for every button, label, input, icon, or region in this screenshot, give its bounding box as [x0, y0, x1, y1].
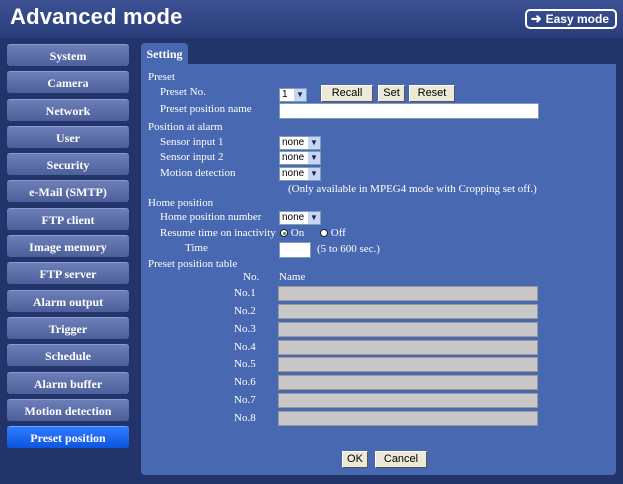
home-position-number-select[interactable]: none ▼: [279, 211, 321, 225]
sidebar-item-image-memory[interactable]: Image memory: [7, 235, 129, 258]
header-bar: Advanced mode ➜ Easy mode: [0, 0, 623, 38]
chevron-down-icon: ▼: [308, 137, 320, 149]
resume-on-radio[interactable]: On: [280, 227, 304, 239]
motion-detection-select[interactable]: none ▼: [279, 167, 321, 181]
resume-off-radio[interactable]: Off: [320, 227, 346, 239]
chevron-down-icon: ▼: [308, 152, 320, 164]
motion-detection-label: Motion detection: [160, 167, 236, 179]
preset-name-input[interactable]: [279, 103, 539, 119]
time-hint: (5 to 600 sec.): [317, 243, 380, 255]
section-preset: Preset: [148, 71, 175, 83]
sidebar-item-alarm-buffer[interactable]: Alarm buffer: [7, 371, 129, 394]
table-row-name: [278, 393, 538, 408]
table-header-no: No.: [243, 271, 260, 283]
sidebar-item-user[interactable]: User: [7, 125, 129, 148]
table-header-name: Name: [279, 271, 306, 283]
table-row-name: [278, 304, 538, 319]
resume-off-label: Off: [330, 227, 346, 239]
table-row-no: No.1: [234, 287, 256, 299]
preset-name-label: Preset position name: [160, 103, 252, 115]
table-row-name: [278, 357, 538, 372]
section-home-position: Home position: [148, 197, 214, 209]
sidebar-item-trigger[interactable]: Trigger: [7, 316, 129, 339]
preset-no-select[interactable]: 1 ▼: [279, 88, 307, 102]
radio-selected-icon: [280, 229, 288, 238]
table-row-no: No.3: [234, 323, 256, 335]
motion-detection-value: none: [282, 168, 305, 179]
reset-button[interactable]: Reset: [409, 85, 455, 102]
sidebar-item-email[interactable]: e-Mail (SMTP): [7, 180, 129, 203]
table-row-name: [278, 340, 538, 355]
chevron-down-icon: ▼: [294, 89, 306, 101]
sidebar-item-motion-detection[interactable]: Motion detection: [7, 398, 129, 421]
arrow-right-icon: ➜: [530, 11, 542, 26]
sensor-input-2-value: none: [282, 152, 305, 163]
sidebar-item-ftp-server[interactable]: FTP server: [7, 262, 129, 285]
sensor-input-1-value: none: [282, 137, 305, 148]
page-title: Advanced mode: [10, 4, 183, 29]
easy-mode-label: Easy mode: [545, 12, 609, 26]
easy-mode-button[interactable]: ➜ Easy mode: [524, 9, 617, 29]
chevron-down-icon: ▼: [308, 212, 320, 224]
table-row-no: No.8: [234, 412, 256, 424]
sidebar-item-alarm-output[interactable]: Alarm output: [7, 289, 129, 312]
table-row-name: [278, 322, 538, 337]
ok-button[interactable]: OK: [342, 451, 368, 468]
time-label: Time: [185, 242, 208, 254]
section-preset-position-table: Preset position table: [148, 258, 238, 270]
preset-no-value: 1: [282, 89, 288, 100]
sidebar-item-ftp-client[interactable]: FTP client: [7, 207, 129, 230]
section-position-at-alarm: Position at alarm: [148, 121, 223, 133]
table-row-no: No.5: [234, 358, 256, 370]
chevron-down-icon: ▼: [308, 168, 320, 180]
sidebar-item-system[interactable]: System: [7, 44, 129, 66]
resume-on-label: On: [290, 227, 305, 239]
recall-button[interactable]: Recall: [321, 85, 373, 102]
sensor-input-1-label: Sensor input 1: [160, 136, 224, 148]
sensor-input-2-label: Sensor input 2: [160, 151, 224, 163]
sidebar-item-camera[interactable]: Camera: [7, 71, 129, 94]
sidebar-item-preset-position[interactable]: Preset position: [7, 426, 129, 449]
table-row-no: No.6: [234, 376, 256, 388]
set-button[interactable]: Set: [378, 85, 405, 102]
home-position-number-value: none: [282, 212, 305, 223]
sensor-input-1-select[interactable]: none ▼: [279, 136, 321, 150]
table-row-no: No.7: [234, 394, 256, 406]
preset-no-label: Preset No.: [160, 86, 206, 98]
home-position-number-label: Home position number: [160, 211, 262, 223]
cancel-button[interactable]: Cancel: [375, 451, 427, 468]
mpeg4-note: (Only available in MPEG4 mode with Cropp…: [288, 183, 537, 195]
sidebar-item-security[interactable]: Security: [7, 153, 129, 176]
window: Advanced mode ➜ Easy mode System Camera …: [0, 0, 623, 484]
resume-time-label: Resume time on inactivity: [160, 227, 276, 239]
table-row-name: [278, 286, 538, 301]
radio-unselected-icon: [320, 229, 328, 238]
sensor-input-2-select[interactable]: none ▼: [279, 151, 321, 165]
sidebar-item-network[interactable]: Network: [7, 98, 129, 121]
table-row-no: No.4: [234, 341, 256, 353]
sidebar: System Camera Network User Security e-Ma…: [7, 44, 129, 453]
table-row-name: [278, 375, 538, 390]
table-row-no: No.2: [234, 305, 256, 317]
table-row-name: [278, 411, 538, 426]
sidebar-item-schedule[interactable]: Schedule: [7, 344, 129, 367]
tab-setting[interactable]: Setting: [141, 43, 188, 66]
time-input[interactable]: [279, 242, 311, 258]
